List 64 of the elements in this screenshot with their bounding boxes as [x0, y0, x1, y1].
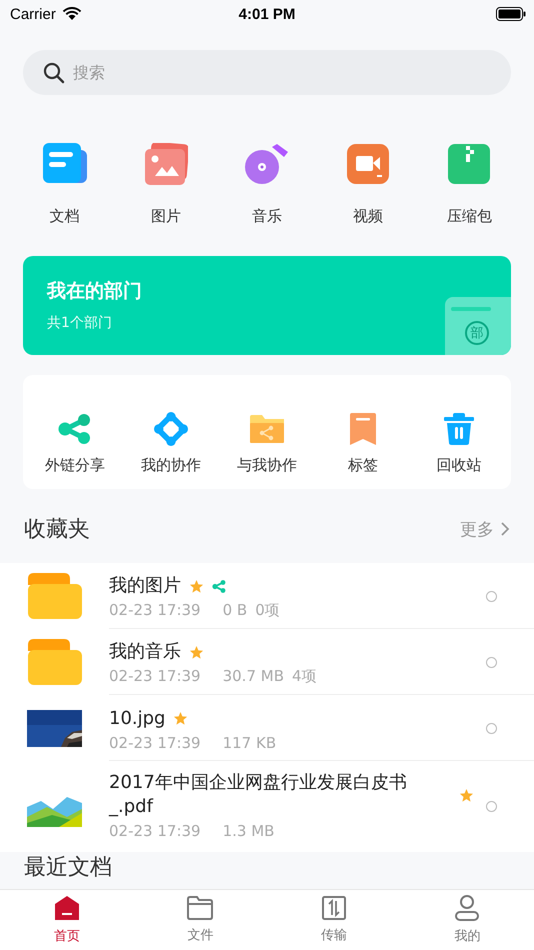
section-title: 收藏夹 [24, 516, 90, 544]
folder-icon [28, 639, 82, 685]
file-size: 30.7 MB [222, 667, 284, 686]
file-name: 10.jpg [109, 706, 166, 730]
shared-folder-icon [250, 412, 284, 446]
tab-item[interactable]: 我的 [400, 890, 534, 950]
file-row[interactable]: 10.jpg 02-23 17:39 117 KB [0, 695, 534, 761]
bookmark-icon [350, 412, 376, 446]
tab-item[interactable]: 文件 [134, 890, 267, 950]
modified-date: 02-23 17:39 [109, 667, 201, 686]
file-row[interactable]: 我的音乐 02-23 17:39 30.7 MB 4项 [0, 629, 534, 695]
card-subtitle: 共1个部门 [47, 314, 113, 332]
folder-icon [28, 573, 82, 619]
file-name: 我的图片 [109, 574, 181, 598]
video-camera-icon [347, 143, 390, 185]
transfer-icon [322, 896, 346, 920]
select-radio[interactable] [486, 590, 497, 602]
select-radio[interactable] [486, 722, 497, 734]
select-radio[interactable] [486, 656, 497, 668]
tool-item[interactable]: 回收站 [412, 412, 506, 475]
card-title: 我在的部门 [47, 279, 143, 304]
collaboration-icon [153, 412, 189, 446]
search-icon [43, 62, 65, 84]
tab-item[interactable]: 首页 [0, 890, 134, 950]
file-row[interactable]: 2017年中国企业网盘行业发展白皮书_.pdf 02-23 17:39 1.3 MB [0, 761, 534, 852]
file-size: 1.3 MB [222, 822, 274, 840]
category-item[interactable]: 视频 [323, 143, 414, 226]
chevron-icon [500, 521, 510, 537]
category-item[interactable]: 压缩包 [424, 143, 514, 226]
item-count: 0项 [255, 601, 280, 620]
document-icon [42, 143, 87, 185]
battery-icon [496, 7, 526, 21]
tool-item[interactable]: 与我协作 [220, 412, 314, 475]
section-title: 最近文档 [24, 854, 112, 882]
tool-item[interactable]: 外链分享 [28, 412, 122, 475]
category-item[interactable]: 音乐 [222, 143, 312, 226]
home-icon [54, 895, 80, 921]
select-radio[interactable] [486, 801, 497, 812]
file-size: 117 KB [222, 734, 276, 752]
tab-item[interactable]: 传输 [267, 890, 400, 950]
category-item[interactable]: 图片 [120, 143, 211, 226]
search-field[interactable]: 搜索 [23, 50, 511, 95]
tool-item[interactable]: 标签 [316, 412, 410, 475]
item-count: 4项 [292, 667, 317, 686]
file-row[interactable]: 我的图片 02-23 17:39 0 B 0项 [0, 563, 534, 629]
wifi-icon [62, 7, 82, 21]
clock-time: 4:01 PM [238, 6, 296, 22]
modified-date: 02-23 17:39 [109, 822, 201, 840]
share-icon [58, 412, 92, 446]
department-badge: 部 [465, 321, 489, 345]
trash-icon [444, 412, 474, 446]
file-size: 0 B [222, 601, 248, 620]
modified-date: 02-23 17:39 [109, 601, 201, 620]
music-disc-icon [244, 143, 290, 185]
carrier-label: Carrier [10, 6, 56, 22]
image-icon [144, 143, 188, 185]
category-item[interactable]: 文档 [20, 143, 110, 226]
modified-date: 02-23 17:39 [109, 734, 201, 752]
file-name: 2017年中国企业网盘行业发展白皮书_.pdf [109, 771, 408, 819]
folder-icon [187, 896, 214, 920]
zip-archive-icon [448, 143, 490, 185]
profile-icon [455, 895, 480, 921]
tool-item[interactable]: 我的协作 [124, 412, 218, 475]
file-name: 我的音乐 [109, 640, 181, 664]
